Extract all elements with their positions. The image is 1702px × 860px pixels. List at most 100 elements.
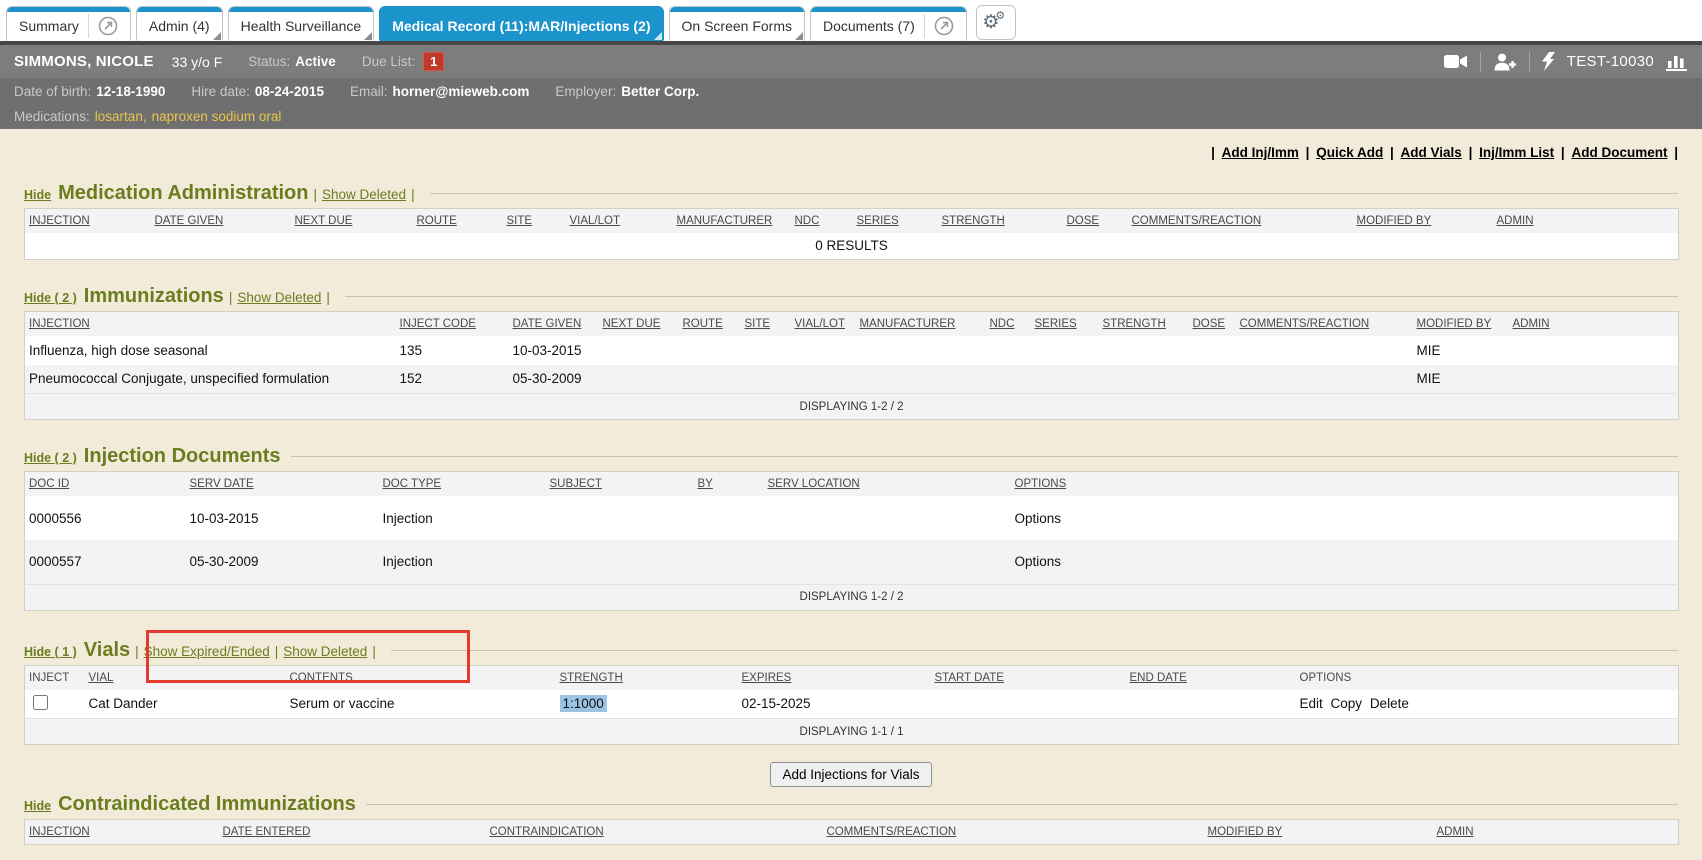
column-header-vial-lot[interactable]: VIAL/LOT (791, 311, 856, 336)
tab-documents[interactable]: Documents (7) (810, 6, 967, 41)
bar-chart-icon[interactable] (1666, 52, 1688, 71)
tab-summary[interactable]: Summary (6, 6, 131, 41)
column-header-modified-by[interactable]: MODIFIED BY (1353, 209, 1493, 234)
show-deleted-link[interactable]: Show Deleted (322, 187, 406, 202)
column-header-end-date[interactable]: END DATE (1126, 665, 1296, 690)
column-header-inject-code[interactable]: INJECT CODE (396, 311, 509, 336)
tab-on-screen-forms[interactable]: On Screen Forms (669, 6, 805, 41)
column-header-modified-by[interactable]: MODIFIED BY (1204, 820, 1433, 845)
section-rule (345, 296, 1678, 297)
hide-link[interactable]: Hide ( 2 ) (24, 291, 77, 305)
open-in-new-icon[interactable] (934, 16, 954, 36)
tab-admin[interactable]: Admin (4) (136, 6, 223, 41)
immunization-row: Influenza, high dose seasonal 135 10-03-… (25, 336, 1679, 365)
column-header-admin[interactable]: ADMIN (1433, 820, 1679, 845)
column-header-start-date[interactable]: START DATE (931, 665, 1126, 690)
section-rule (391, 650, 1678, 651)
column-header-injection[interactable]: INJECTION (25, 311, 396, 336)
column-header-doc-id[interactable]: DOC ID (25, 472, 186, 497)
options-link[interactable]: Options (1015, 554, 1062, 569)
tab-medical-record[interactable]: Medical Record (11):MAR/Injections (2) (379, 6, 663, 41)
column-header-serv-date[interactable]: SERV DATE (186, 472, 379, 497)
add-document-link[interactable]: Add Document (1571, 145, 1667, 160)
quick-add-link[interactable]: Quick Add (1316, 145, 1383, 160)
column-header-route[interactable]: ROUTE (679, 311, 741, 336)
column-header-admin[interactable]: ADMIN (1509, 311, 1679, 336)
column-header-options[interactable]: OPTIONS (1011, 472, 1679, 497)
main-content: | Add Inj/Imm | Quick Add | Add Vials | … (0, 145, 1702, 845)
delete-link[interactable]: Delete (1370, 696, 1409, 711)
column-header-expires[interactable]: EXPIRES (738, 665, 931, 690)
column-header-by[interactable]: BY (694, 472, 764, 497)
column-header-manufacturer[interactable]: MANUFACTURER (673, 209, 791, 234)
hide-link[interactable]: Hide ( 2 ) (24, 451, 77, 465)
column-header-series[interactable]: SERIES (1031, 311, 1099, 336)
options-link[interactable]: Options (1015, 511, 1062, 526)
pipe-separator: | (372, 644, 376, 659)
document-row: 0000556 10-03-2015 Injection Options (25, 496, 1679, 540)
column-header-series[interactable]: SERIES (853, 209, 938, 234)
column-header-injection[interactable]: INJECTION (25, 820, 219, 845)
lightning-bolt-icon[interactable] (1542, 52, 1555, 71)
column-header-modified-by[interactable]: MODIFIED BY (1413, 311, 1509, 336)
cell-serv-date: 10-03-2015 (186, 496, 379, 540)
column-header-date-given[interactable]: DATE GIVEN (151, 209, 291, 234)
column-header-manufacturer[interactable]: MANUFACTURER (856, 311, 986, 336)
add-inj-imm-link[interactable]: Add Inj/Imm (1222, 145, 1299, 160)
patient-summary-row: SIMMONS, NICOLE 33 y/o F Status: Active … (0, 45, 1702, 78)
column-header-subject[interactable]: SUBJECT (546, 472, 694, 497)
column-header-contraindication[interactable]: CONTRAINDICATION (486, 820, 823, 845)
column-header-date-given[interactable]: DATE GIVEN (509, 311, 599, 336)
show-deleted-link[interactable]: Show Deleted (237, 290, 321, 305)
column-header-site[interactable]: SITE (503, 209, 566, 234)
column-header-options: OPTIONS (1296, 665, 1679, 690)
column-header-dose[interactable]: DOSE (1063, 209, 1128, 234)
cell-contents: Serum or vaccine (286, 690, 556, 719)
column-header-site[interactable]: SITE (741, 311, 791, 336)
video-camera-icon[interactable] (1444, 53, 1468, 70)
empty-results-note: 0 RESULTS (25, 233, 1679, 259)
column-header-injection[interactable]: INJECTION (25, 209, 151, 234)
column-header-dose[interactable]: DOSE (1189, 311, 1236, 336)
column-header-strength[interactable]: STRENGTH (938, 209, 1063, 234)
displaying-count: DISPLAYING 1-2 / 2 (25, 394, 1679, 420)
hide-link[interactable]: Hide ( 1 ) (24, 645, 77, 659)
tab-health-surveillance-label: Health Surveillance (241, 18, 362, 34)
column-header-comments-reaction[interactable]: COMMENTS/REACTION (1236, 311, 1413, 336)
email-label: Email: (350, 84, 388, 99)
column-header-strength[interactable]: STRENGTH (1099, 311, 1189, 336)
column-header-ndc[interactable]: NDC (986, 311, 1031, 336)
vial-select-checkbox[interactable] (33, 695, 48, 710)
due-list-count-badge[interactable]: 1 (423, 52, 444, 71)
column-header-comments-reaction[interactable]: COMMENTS/REACTION (823, 820, 1204, 845)
column-header-route[interactable]: ROUTE (413, 209, 503, 234)
column-header-contents[interactable]: CONTENTS (286, 665, 556, 690)
show-deleted-link[interactable]: Show Deleted (283, 644, 367, 659)
medication-link[interactable]: naproxen sodium oral (152, 109, 282, 124)
column-header-ndc[interactable]: NDC (791, 209, 853, 234)
column-header-next-due[interactable]: NEXT DUE (599, 311, 679, 336)
inj-imm-list-link[interactable]: Inj/Imm List (1479, 145, 1554, 160)
open-in-new-icon[interactable] (98, 16, 118, 36)
section-title: Immunizations (84, 285, 224, 308)
tab-health-surveillance[interactable]: Health Surveillance (228, 6, 375, 41)
settings-gear-button[interactable]: ⚙⚙ (976, 5, 1016, 40)
hide-link[interactable]: Hide (24, 188, 51, 202)
column-header-date-entered[interactable]: DATE ENTERED (219, 820, 486, 845)
column-header-comments-reaction[interactable]: COMMENTS/REACTION (1128, 209, 1353, 234)
column-header-vial-lot[interactable]: VIAL/LOT (566, 209, 673, 234)
column-header-admin[interactable]: ADMIN (1493, 209, 1679, 234)
medication-link[interactable]: losartan (95, 109, 143, 124)
add-vials-link[interactable]: Add Vials (1401, 145, 1462, 160)
column-header-vial[interactable]: VIAL (85, 665, 286, 690)
column-header-strength[interactable]: STRENGTH (556, 665, 738, 690)
edit-link[interactable]: Edit (1300, 696, 1323, 711)
show-expired-ended-link[interactable]: Show Expired/Ended (144, 644, 270, 659)
add-user-icon[interactable] (1493, 53, 1517, 71)
column-header-next-due[interactable]: NEXT DUE (291, 209, 413, 234)
add-injections-for-vials-button[interactable]: Add Injections for Vials (770, 762, 931, 787)
hide-link[interactable]: Hide (24, 799, 51, 813)
column-header-doc-type[interactable]: DOC TYPE (379, 472, 546, 497)
column-header-serv-location[interactable]: SERV LOCATION (764, 472, 1011, 497)
copy-link[interactable]: Copy (1331, 696, 1363, 711)
